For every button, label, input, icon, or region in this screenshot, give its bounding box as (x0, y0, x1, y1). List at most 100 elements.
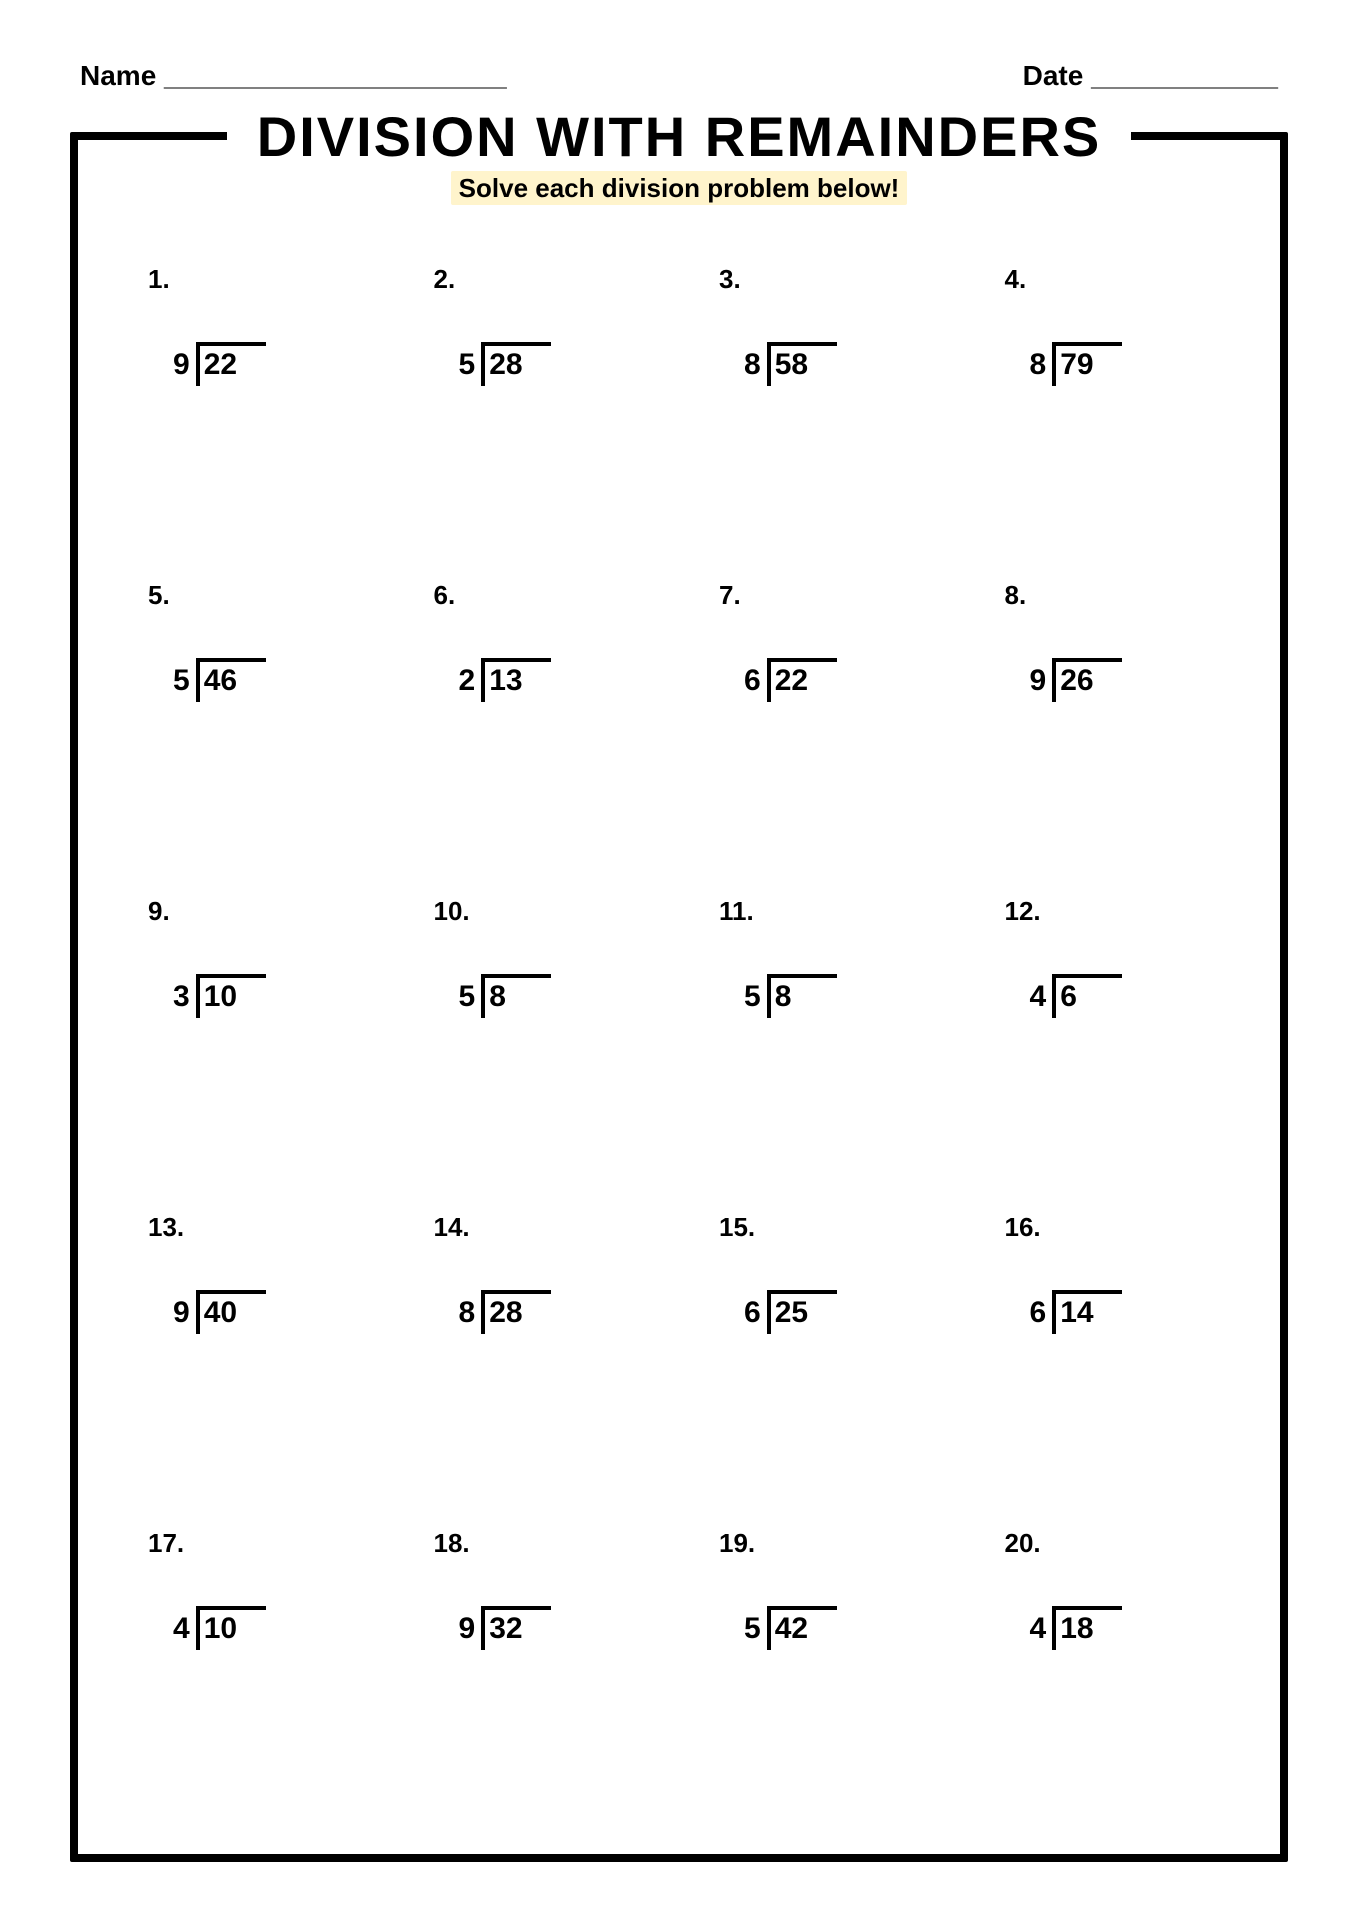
problem-cell: 7. 622 (689, 560, 955, 876)
problem-cell: 10.58 (404, 876, 670, 1192)
problem-number: 10. (434, 896, 470, 927)
division-problem: 828 (459, 1292, 542, 1330)
header-line: Name ______________________ Date _______… (70, 60, 1288, 92)
problem-number: 20. (1005, 1528, 1041, 1559)
divisor: 5 (744, 1608, 767, 1646)
dividend-wrap: 22 (767, 660, 827, 698)
problem-cell: 17.410 (118, 1508, 384, 1824)
name-label: Name (80, 60, 156, 91)
problem-number: 19. (719, 1528, 755, 1559)
division-problem: 58 (459, 976, 542, 1014)
name-field: Name ______________________ (80, 60, 507, 92)
problem-number: 14. (434, 1212, 470, 1243)
division-problem: 625 (744, 1292, 827, 1330)
problem-cell: 2.528 (404, 244, 670, 560)
division-problem: 410 (173, 1608, 256, 1646)
divisor: 4 (1030, 1608, 1053, 1646)
dividend-wrap: 13 (481, 660, 541, 698)
divisor: 8 (1030, 344, 1053, 382)
problem-number: 9. (148, 896, 170, 927)
dividend: 10 (204, 980, 237, 1013)
division-problem: 418 (1030, 1608, 1113, 1646)
division-problem: 213 (459, 660, 542, 698)
divisor: 4 (173, 1608, 196, 1646)
dividend-wrap: 28 (481, 1292, 541, 1330)
name-blank: ______________________ (164, 60, 507, 91)
dividend-wrap: 18 (1052, 1608, 1112, 1646)
problem-cell: 19. 542 (689, 1508, 955, 1824)
dividend: 25 (775, 1296, 808, 1329)
division-problem: 310 (173, 976, 256, 1014)
problem-number: 11. (719, 896, 754, 927)
problem-cell: 20. 418 (975, 1508, 1241, 1824)
date-blank: ____________ (1091, 60, 1278, 91)
date-field: Date ____________ (1023, 60, 1278, 92)
problem-cell: 1. 922 (118, 244, 384, 560)
divisor: 9 (1030, 660, 1053, 698)
date-label: Date (1023, 60, 1084, 91)
problem-number: 4. (1005, 264, 1027, 295)
problem-cell: 3. 858 (689, 244, 955, 560)
problem-number: 5. (148, 580, 170, 611)
division-problem: 58 (744, 976, 827, 1014)
dividend: 32 (489, 1612, 522, 1645)
dividend-wrap: 25 (767, 1292, 827, 1330)
dividend: 28 (489, 1296, 522, 1329)
dividend: 26 (1060, 664, 1093, 697)
division-problem: 546 (173, 660, 256, 698)
division-problem: 46 (1030, 976, 1113, 1014)
problem-cell: 5. 546 (118, 560, 384, 876)
problem-number: 6. (434, 580, 456, 611)
problem-cell: 9. 310 (118, 876, 384, 1192)
dividend-wrap: 6 (1052, 976, 1112, 1014)
division-problem: 932 (459, 1608, 542, 1646)
divisor: 9 (459, 1608, 482, 1646)
problem-cell: 8. 926 (975, 560, 1241, 876)
divisor: 6 (1030, 1292, 1053, 1330)
problem-cell: 15. 625 (689, 1192, 955, 1508)
division-problem: 542 (744, 1608, 827, 1646)
dividend: 46 (204, 664, 237, 697)
dividend-wrap: 46 (196, 660, 256, 698)
problem-number: 8. (1005, 580, 1027, 611)
dividend-wrap: 10 (196, 976, 256, 1014)
dividend-wrap: 58 (767, 344, 827, 382)
dividend: 22 (775, 664, 808, 697)
problem-cell: 16.614 (975, 1192, 1241, 1508)
divisor: 3 (173, 976, 196, 1014)
dividend-wrap: 8 (481, 976, 541, 1014)
problem-cell: 6. 213 (404, 560, 670, 876)
division-problem: 614 (1030, 1292, 1113, 1330)
dividend: 58 (775, 348, 808, 381)
problem-cell: 11.58 (689, 876, 955, 1192)
problem-number: 13. (148, 1212, 184, 1243)
problems-grid: 1.9222.5283.8584.8795.5466.2137.6228.926… (118, 244, 1240, 1824)
division-problem: 922 (173, 344, 256, 382)
dividend-wrap: 14 (1052, 1292, 1112, 1330)
division-problem: 622 (744, 660, 827, 698)
divisor: 8 (459, 1292, 482, 1330)
worksheet-subtitle: Solve each division problem below! (118, 173, 1240, 204)
division-problem: 858 (744, 344, 827, 382)
division-problem: 940 (173, 1292, 256, 1330)
dividend: 42 (775, 1612, 808, 1645)
dividend: 79 (1060, 348, 1093, 381)
dividend: 14 (1060, 1296, 1093, 1329)
problem-cell: 4. 879 (975, 244, 1241, 560)
divisor: 9 (173, 1292, 196, 1330)
division-problem: 926 (1030, 660, 1113, 698)
title-wrap: DIVISION WITH REMAINDERS (118, 104, 1240, 169)
problem-number: 15. (719, 1212, 755, 1243)
problem-number: 12. (1005, 896, 1041, 927)
divisor: 5 (459, 976, 482, 1014)
problem-number: 7. (719, 580, 741, 611)
dividend-wrap: 22 (196, 344, 256, 382)
problem-number: 3. (719, 264, 741, 295)
dividend-wrap: 28 (481, 344, 541, 382)
problem-number: 1. (148, 264, 170, 295)
dividend-wrap: 10 (196, 1608, 256, 1646)
dividend: 28 (489, 348, 522, 381)
divisor: 6 (744, 1292, 767, 1330)
dividend: 6 (1060, 980, 1077, 1013)
problem-cell: 13. 940 (118, 1192, 384, 1508)
